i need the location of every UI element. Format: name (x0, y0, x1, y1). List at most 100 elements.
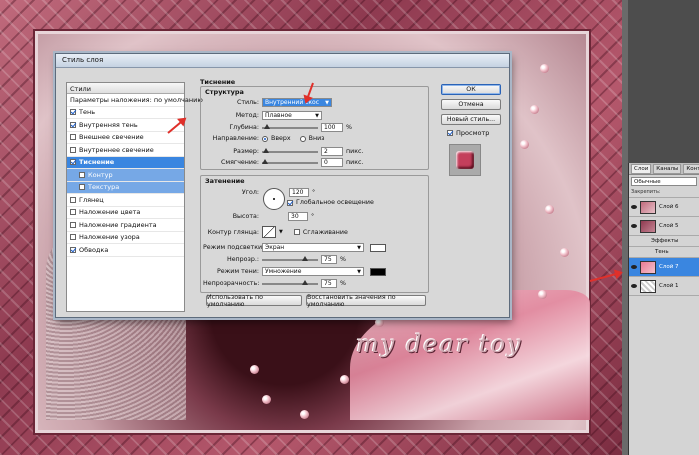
style-item-outer-glow[interactable]: Внешнее свечение (67, 132, 184, 144)
angle-dial[interactable] (263, 188, 285, 210)
slider-knob[interactable] (264, 123, 270, 129)
style-checkbox[interactable] (70, 159, 76, 166)
tab-channels[interactable]: Каналы (653, 163, 682, 174)
chevron-down-icon: ▼ (315, 112, 319, 119)
shadow-opacity-input[interactable]: 75 (321, 279, 337, 288)
size-input[interactable]: 2 (321, 147, 343, 156)
style-checkbox[interactable] (70, 234, 76, 241)
slider-knob[interactable] (302, 255, 308, 261)
style-dropdown[interactable]: Внутренний скос ▼ (262, 98, 332, 107)
direction-down-label: Вниз (308, 135, 325, 142)
style-item-texture[interactable]: Текстура (67, 181, 184, 194)
use-default-button[interactable]: Использовать по умолчанию (206, 294, 302, 308)
shadow-opacity-slider[interactable] (262, 279, 318, 285)
style-item-bevel-emboss[interactable]: Тиснение (67, 156, 184, 169)
slider-knob[interactable] (262, 158, 268, 164)
depth-unit: % (346, 124, 352, 131)
style-item-shadow[interactable]: Тень (67, 107, 184, 119)
layer-row-active[interactable]: Слой 7 (629, 258, 699, 277)
layer-style-dialog: Стиль слоя Стили Параметры наложения: по… (55, 53, 510, 318)
highlight-mode-dropdown[interactable]: Экран ▼ (262, 243, 364, 252)
style-label: Внешнее свечение (79, 133, 144, 142)
layer-thumbnail (640, 279, 656, 293)
preview-checkbox[interactable] (447, 130, 453, 136)
size-unit: пикс. (346, 148, 364, 155)
eye-icon[interactable] (631, 224, 637, 228)
angle-input[interactable]: 120 (289, 188, 309, 197)
style-label: Текстура (88, 183, 120, 192)
direction-up-radio[interactable] (262, 135, 268, 142)
layer-effects-row[interactable]: Эффекты (629, 236, 699, 247)
eye-icon[interactable] (631, 205, 637, 209)
style-item-color-overlay[interactable]: Наложение цвета (67, 207, 184, 219)
shadow-color-swatch[interactable] (370, 267, 386, 276)
structure-group: Структура Стиль: Внутренний скос ▼ Метод:… (200, 86, 429, 170)
soften-slider[interactable] (262, 158, 318, 164)
layer-row[interactable]: Слой 6 (629, 198, 699, 217)
style-item-gradient-overlay[interactable]: Наложение градиента (67, 219, 184, 232)
layer-row[interactable]: Слой 5 (629, 217, 699, 236)
blend-mode-dropdown[interactable]: Обычные (631, 177, 697, 186)
layer-row[interactable]: Слой 1 (629, 277, 699, 296)
styles-list: Стили Параметры наложения: по умолчанию … (66, 82, 203, 312)
depth-input[interactable]: 100 (321, 123, 343, 132)
ok-button[interactable]: ОК (441, 84, 501, 95)
highlight-mode-label: Режим подсветки: (203, 244, 265, 251)
style-item-satin[interactable]: Глянец (67, 194, 184, 207)
highlight-opacity-input[interactable]: 75 (321, 255, 337, 264)
preview-label: Просмотр (456, 129, 490, 137)
size-slider[interactable] (262, 147, 318, 153)
style-checkbox[interactable] (70, 146, 76, 153)
blend-options-item[interactable]: Параметры наложения: по умолчанию (67, 94, 203, 107)
preview-thumbnail (456, 151, 474, 169)
highlight-opacity-slider[interactable] (262, 255, 318, 261)
style-checkbox[interactable] (79, 184, 85, 191)
depth-slider[interactable] (262, 123, 318, 129)
antialias-checkbox[interactable] (293, 229, 300, 235)
style-item-stroke[interactable]: Обводка (67, 244, 184, 257)
altitude-input[interactable]: 30 (288, 212, 308, 221)
styles-list-header[interactable]: Стили (67, 83, 184, 94)
style-item-contour[interactable]: Контур (67, 169, 184, 182)
shadow-mode-dropdown[interactable]: Умножение ▼ (262, 267, 364, 276)
tab-paths[interactable]: Конт (683, 163, 699, 174)
style-label: Наложение узора (79, 233, 140, 242)
pearl-decoration (250, 365, 259, 374)
style-item-inner-glow[interactable]: Внутреннее свечение (67, 144, 184, 157)
slider-knob[interactable] (263, 147, 269, 153)
angle-dial-center (273, 198, 275, 200)
new-style-button[interactable]: Новый стиль... (441, 114, 501, 125)
style-checkbox[interactable] (79, 171, 85, 178)
style-checkbox[interactable] (70, 134, 76, 141)
style-label: Контур (88, 170, 113, 179)
eye-icon[interactable] (631, 284, 637, 288)
gloss-contour-picker[interactable] (262, 226, 276, 238)
style-checkbox[interactable] (70, 209, 76, 216)
style-checkbox[interactable] (70, 221, 76, 228)
layer-effect-shadow-row[interactable]: Тень (629, 247, 699, 258)
section-title: Тиснение (200, 78, 236, 86)
style-item-inner-shadow[interactable]: Внутренняя тень (67, 119, 184, 132)
style-label: Внутреннее свечение (79, 145, 154, 154)
style-checkbox[interactable] (70, 246, 76, 253)
style-checkbox[interactable] (70, 121, 76, 128)
soften-input[interactable]: 0 (321, 158, 343, 167)
style-checkbox[interactable] (70, 109, 76, 116)
chevron-down-icon[interactable]: ▼ (279, 229, 283, 235)
method-dropdown[interactable]: Плавное ▼ (262, 111, 322, 120)
style-item-pattern-overlay[interactable]: Наложение узора (67, 232, 184, 244)
slider-knob[interactable] (302, 279, 308, 285)
style-checkbox[interactable] (70, 196, 76, 203)
style-field-label: Стиль: (236, 99, 259, 106)
eye-icon[interactable] (631, 265, 637, 269)
cancel-button[interactable]: Отмена (441, 99, 501, 110)
tab-layers[interactable]: Слои (631, 163, 652, 174)
panel-dock-background (628, 0, 699, 163)
global-light-checkbox[interactable] (287, 199, 293, 206)
direction-down-radio[interactable] (299, 135, 306, 142)
restore-default-button[interactable]: Восстановить значения по умолчанию (306, 294, 426, 308)
method-dropdown-value: Плавное (265, 112, 292, 119)
method-label: Метод: (235, 112, 259, 119)
highlight-color-swatch[interactable] (370, 243, 386, 252)
soften-unit: пикс. (346, 159, 364, 166)
